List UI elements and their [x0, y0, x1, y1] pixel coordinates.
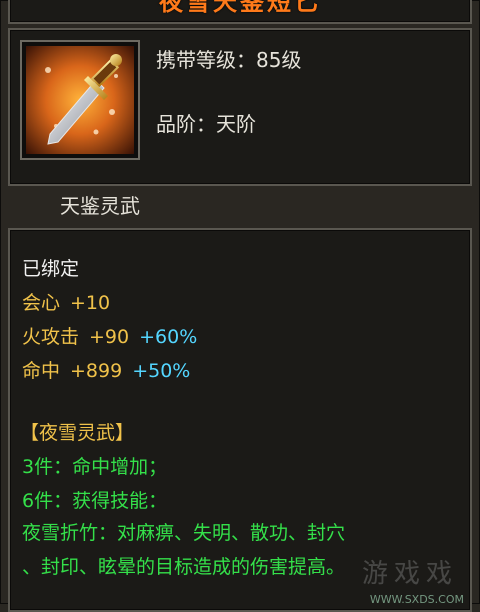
item-grade: 品阶：天阶 [156, 112, 256, 136]
stat-row: 命中 +899 +50% [22, 356, 190, 383]
stat-base: +90 [89, 326, 130, 348]
item-title: 夜雪天鉴短匕 [159, 0, 321, 16]
watermark-url: WWW.SXDS.COM [369, 593, 464, 606]
set-bonus-line: 6件：获得技能： [22, 490, 168, 512]
carry-level: 携带等级：85级 [156, 48, 302, 72]
bound-status: 已绑定 [22, 258, 80, 280]
stat-bonus: +50% [132, 360, 191, 382]
stat-name: 火攻击 [22, 326, 80, 348]
stat-row: 会心 +10 [22, 288, 110, 315]
watermark-logo: 游戏戏 [361, 559, 458, 589]
stat-name: 会心 [22, 292, 61, 314]
item-header: 携带等级：85级 品阶：天阶 [8, 28, 472, 186]
series-name: 天鉴灵武 [60, 194, 140, 218]
stat-bonus: +60% [139, 326, 198, 348]
set-skill-line: 夜雪折竹：对麻痹、失明、散功、封穴 [22, 522, 346, 544]
stat-base: +10 [70, 292, 111, 314]
title-bar: 夜雪天鉴短匕 [8, 0, 472, 24]
set-skill-line: 、封印、眩晕的目标造成的伤害提高。 [22, 556, 346, 578]
stat-row: 火攻击 +90 +60% [22, 322, 197, 349]
stat-name: 命中 [22, 360, 61, 382]
item-info-panel: 已绑定 会心 +10 火攻击 +90 +60% 命中 +899 +50% 【夜雪灵武】 3… [8, 228, 472, 612]
item-icon-slot [20, 40, 140, 160]
stat-base: +899 [70, 360, 123, 382]
set-title: 【夜雪灵武】 [20, 422, 135, 444]
set-bonus-line: 3件：命中增加； [22, 456, 168, 478]
dagger-icon [26, 46, 134, 154]
